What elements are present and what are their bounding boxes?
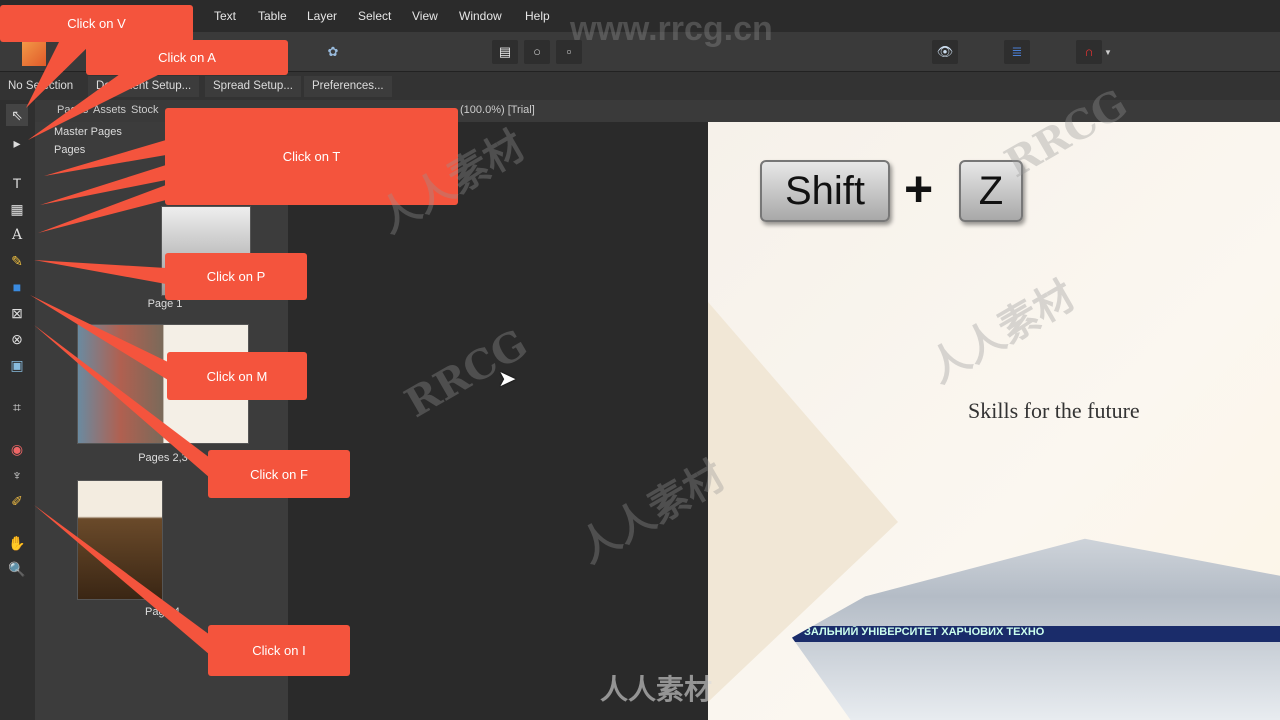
callout-click-on-t: Click on T — [165, 108, 458, 205]
callout-click-on-a: Click on A — [86, 40, 288, 75]
pointer-m — [30, 295, 168, 380]
callout-click-on-p: Click on P — [165, 253, 307, 300]
pointer-i — [34, 505, 210, 655]
callout-click-on-f: Click on F — [208, 450, 350, 498]
pointer-t1 — [44, 140, 166, 176]
callout-click-on-v: Click on V — [0, 5, 193, 42]
pointer-p — [34, 260, 166, 284]
pointer-v — [26, 40, 95, 108]
callout-click-on-i: Click on I — [208, 625, 350, 676]
callout-click-on-m: Click on M — [167, 352, 307, 400]
